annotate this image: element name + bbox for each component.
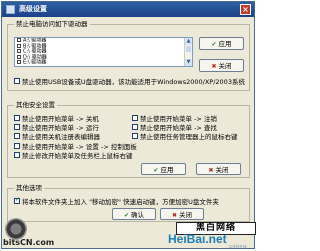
security-option[interactable]: 禁止使用开始菜单 -> 查找 <box>132 124 217 132</box>
drives-close-label: 关闭 <box>218 62 232 70</box>
bitscn-watermark: bitsCN.com <box>1 218 73 249</box>
usb-checkbox[interactable] <box>14 78 20 84</box>
drive-checkbox[interactable] <box>17 49 21 53</box>
security-option-label: 禁止使用开始菜单 -> 关机 <box>22 115 99 123</box>
drive-list[interactable]: A:\ 驱动器 B:\ 驱动器 C:\ 驱动器 D:\ 驱动器 E:\ 驱动器 ▲ ▼ <box>14 37 193 67</box>
check-icon: ✔ <box>153 167 159 174</box>
security-group-legend: 其他安全设置 <box>14 101 57 109</box>
security-checkbox[interactable] <box>132 124 138 130</box>
close-window-button[interactable]: × <box>240 4 251 15</box>
quicklaunch-option-label: 将本软件文件夹上加入 "移动加密" 快速启动键，方便加密U盘文件夹 <box>22 198 219 206</box>
security-option[interactable]: 禁止使用开始菜单 -> 关机 <box>14 115 99 123</box>
security-checkbox[interactable] <box>14 115 20 121</box>
drives-group: 禁止电脑访问如下驱动器 A:\ 驱动器 B:\ 驱动器 C:\ 驱动器 D:\ 驱动器… <box>7 20 250 91</box>
drives-close-button[interactable]: ✖ 关闭 <box>199 59 244 72</box>
security-group: 其他安全设置 禁止使用开始菜单 -> 关机 禁止使用开始菜单 -> 运行 禁止使用关… <box>7 101 250 178</box>
security-option-label: 禁止使用任务管理器上的鼠标右键 <box>140 133 238 141</box>
heibai-site-watermark: HeiBai.net <box>168 232 227 246</box>
check-icon: ✔ <box>211 41 217 48</box>
security-checkbox[interactable] <box>14 152 20 158</box>
usb-option-label: 禁止使用USB设备或U盘驱动器，该功能适用于Windows2000/XP/200… <box>22 78 245 86</box>
settings-window: 高级设置 × 禁止电脑访问如下驱动器 A:\ 驱动器 B:\ 驱动器 C:\ 驱动器… <box>1 1 255 249</box>
window-title: 高级设置 <box>19 5 47 13</box>
security-checkbox[interactable] <box>14 133 20 139</box>
drive-list-scrollbar[interactable]: ▲ ▼ <box>184 38 192 66</box>
security-option[interactable]: 禁止使用开始菜单 -> 运行 <box>14 124 99 132</box>
drive-list-item[interactable]: E:\ 驱动器 <box>15 60 192 66</box>
scroll-down-icon[interactable]: ▼ <box>185 59 192 66</box>
security-close-label: 关闭 <box>215 166 229 174</box>
drives-apply-button[interactable]: ✔ 应用 <box>199 37 244 50</box>
security-option-label: 禁止修改开始菜单及任务栏上鼠标右键 <box>22 152 133 160</box>
scroll-thumb[interactable] <box>186 46 191 52</box>
security-apply-label: 应用 <box>160 166 174 174</box>
security-option[interactable]: 禁止修改开始菜单及任务栏上鼠标右键 <box>14 152 133 160</box>
security-option-label: 禁止使用开始菜单 -> 运行 <box>22 124 99 132</box>
security-checkbox[interactable] <box>14 143 20 149</box>
security-option-label: 禁止使用开始菜单 -> 设置 -> 控制面板 <box>22 143 137 151</box>
gear-logo-icon <box>5 218 27 240</box>
close-icon: ✖ <box>208 167 214 174</box>
check-icon: ✔ <box>123 212 130 219</box>
security-option-label: 禁止使用开始菜单 -> 查找 <box>140 124 217 132</box>
drives-group-legend: 禁止电脑访问如下驱动器 <box>14 20 90 28</box>
other-apply-button[interactable]: ✔ 确认 <box>112 208 156 220</box>
quicklaunch-checkbox[interactable] <box>14 196 20 204</box>
other-options-legend: 其他选项 <box>14 184 44 192</box>
heibai-sub-watermark: 中关村在线 <box>229 245 247 249</box>
drive-checkbox[interactable] <box>17 60 21 64</box>
security-checkbox[interactable] <box>132 133 138 139</box>
drive-checkbox[interactable] <box>17 38 21 42</box>
other-close-button[interactable]: ✖ 关闭 <box>160 208 204 220</box>
scroll-up-icon[interactable]: ▲ <box>185 38 192 45</box>
quicklaunch-option[interactable]: 将本软件文件夹上加入 "移动加密" 快速启动键，方便加密U盘文件夹 <box>14 196 219 206</box>
security-checkbox[interactable] <box>14 124 20 130</box>
other-apply-label: 确认 <box>131 211 145 219</box>
security-option-label: 禁止使用关机注册表编辑器 <box>22 133 100 141</box>
app-icon <box>6 5 15 14</box>
drive-checkbox[interactable] <box>17 43 21 48</box>
usb-option[interactable]: 禁止使用USB设备或U盘驱动器，该功能适用于Windows2000/XP/200… <box>14 78 245 86</box>
close-icon: ✖ <box>171 212 178 219</box>
security-apply-button[interactable]: ✔ 应用 <box>141 163 186 175</box>
security-option[interactable]: 禁止使用关机注册表编辑器 <box>14 133 100 141</box>
drive-checkbox[interactable] <box>17 54 21 59</box>
security-close-button[interactable]: ✖ 关闭 <box>196 163 241 175</box>
drive-label: E:\ 驱动器 <box>23 59 47 66</box>
security-option[interactable]: 禁止使用开始菜单 -> 设置 -> 控制面板 <box>14 143 137 151</box>
other-close-label: 关闭 <box>179 211 193 219</box>
security-option-label: 禁止使用开始菜单 -> 注销 <box>140 115 217 123</box>
security-option[interactable]: 禁止使用任务管理器上的鼠标右键 <box>132 133 238 141</box>
security-option[interactable]: 禁止使用开始菜单 -> 注销 <box>132 115 217 123</box>
security-checkbox[interactable] <box>132 115 138 121</box>
drives-apply-label: 应用 <box>218 40 232 48</box>
bitscn-site-text: bitsCN.com <box>3 238 55 247</box>
other-options-group: 其他选项 将本软件文件夹上加入 "移动加密" 快速启动键，方便加密U盘文件夹 ✔… <box>7 184 250 222</box>
title-bar: 高级设置 × <box>2 2 254 17</box>
close-icon: ✖ <box>211 63 217 70</box>
